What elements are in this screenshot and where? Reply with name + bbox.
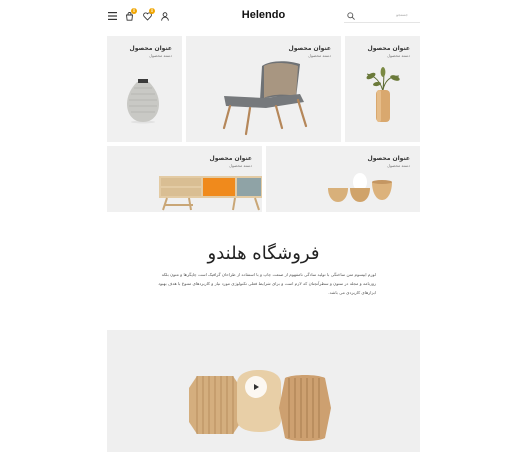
wooden-bowls-image xyxy=(328,173,392,202)
lamps-image xyxy=(189,370,331,441)
product-card[interactable]: عنوان محصول دسته محصول xyxy=(107,146,262,212)
product-card[interactable]: عنوان محصول دسته محصول xyxy=(186,36,341,142)
product-category: دسته محصول xyxy=(308,53,331,58)
site-logo[interactable]: Helendo xyxy=(0,9,527,21)
product-category: دسته محصول xyxy=(387,163,410,168)
store-description: لورم ایپسوم متن ساختگی با تولید سادگی نا… xyxy=(158,272,376,295)
product-card[interactable]: عنوان محصول دسته محصول xyxy=(107,36,182,142)
product-card[interactable]: عنوان محصول دسته محصول xyxy=(266,146,420,212)
search-placeholder: جستجو xyxy=(396,12,408,17)
play-button[interactable] xyxy=(245,376,267,398)
plant-vase-image xyxy=(366,67,400,122)
product-title[interactable]: عنوان محصول xyxy=(368,155,411,162)
search-icon[interactable] xyxy=(345,10,357,22)
vase-image xyxy=(127,79,159,124)
product-card[interactable]: عنوان محصول دسته محصول xyxy=(345,36,420,142)
product-title[interactable]: عنوان محصول xyxy=(210,155,253,162)
play-icon xyxy=(254,384,259,390)
product-title[interactable]: عنوان محصول xyxy=(289,45,332,52)
product-category: دسته محصول xyxy=(229,163,252,168)
product-title[interactable]: عنوان محصول xyxy=(130,45,173,52)
store-title: فروشگاه هلندو xyxy=(207,243,320,264)
product-category: دسته محصول xyxy=(387,53,410,58)
sideboard-image xyxy=(159,176,262,211)
product-category: دسته محصول xyxy=(149,53,172,58)
lounge-chair-image xyxy=(222,61,308,136)
product-title[interactable]: عنوان محصول xyxy=(368,45,411,52)
